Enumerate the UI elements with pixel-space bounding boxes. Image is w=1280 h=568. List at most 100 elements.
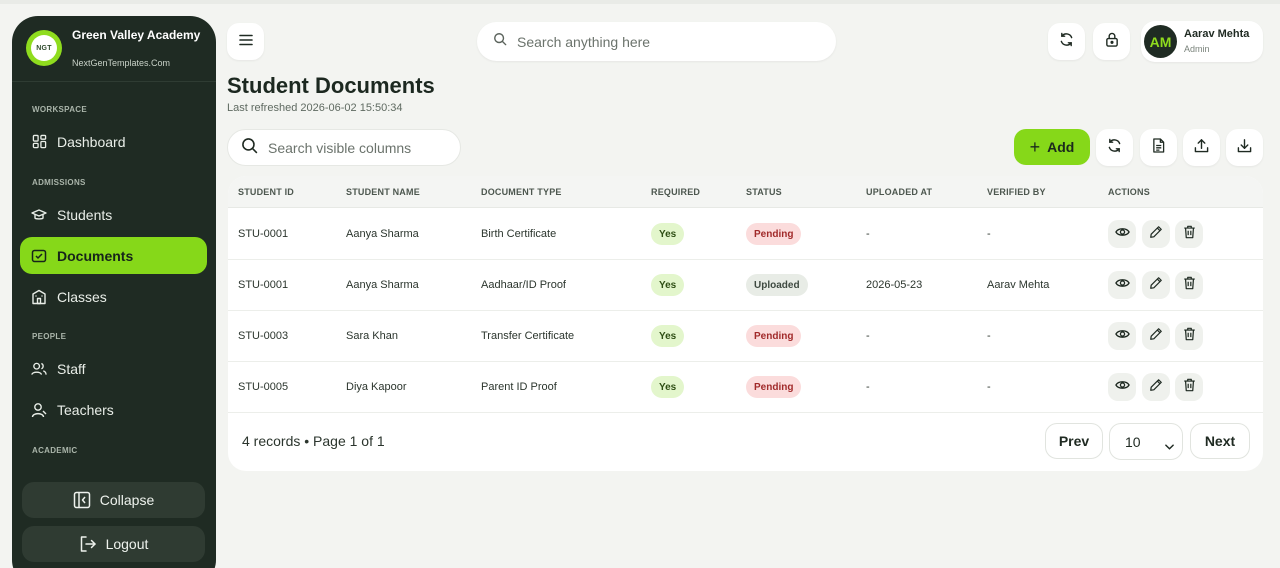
page-size-select[interactable]: 10 [1109,423,1183,460]
edit-button[interactable] [1142,322,1170,350]
sidebar-item-dashboard[interactable]: Dashboard [20,123,207,160]
refresh-icon [1059,32,1074,52]
menu-toggle-button[interactable] [227,23,264,60]
plus-icon: + [1029,137,1041,157]
cell-document-type: Birth Certificate [481,228,557,240]
sidebar-item-classes[interactable]: Classes [20,278,207,315]
lock-icon [1105,32,1119,52]
prev-page-button[interactable]: Prev [1045,423,1103,459]
search-icon [493,32,507,51]
delete-button[interactable] [1175,271,1203,299]
sidebar-item-label: Teachers [57,401,114,418]
users-icon [31,361,47,377]
last-refreshed: Last refreshed 2026-06-02 15:50:34 [227,102,403,114]
status-badge: Pending [746,325,802,347]
cell-document-type: Parent ID Proof [481,381,557,393]
column-header-document-type[interactable]: DOCUMENT TYPE [481,187,562,197]
global-search-input[interactable] [517,33,817,50]
collapse-button[interactable]: Collapse [22,482,205,518]
table-search[interactable] [227,129,461,166]
section-label-admissions: ADMISSIONS [32,178,86,187]
global-search[interactable] [477,22,836,61]
user-icon [31,402,47,418]
cell-student-id: STU-0005 [238,381,289,393]
records-summary: 4 records • Page 1 of 1 [242,433,385,449]
edit-button[interactable] [1142,220,1170,248]
section-label-academic: ACADEMIC [32,446,78,455]
download-icon [1237,138,1252,158]
sidebar-item-teachers[interactable]: Teachers [20,391,207,428]
logout-button[interactable]: Logout [22,526,205,562]
user-role: Admin [1184,44,1210,54]
section-label-workspace: WORKSPACE [32,105,87,114]
cell-student-id: STU-0001 [238,279,289,291]
add-button[interactable]: + Add [1014,129,1090,165]
page-title: Student Documents [227,73,435,98]
reload-table-button[interactable] [1096,129,1133,166]
cell-verified-by: - [987,381,991,393]
view-button[interactable] [1108,373,1136,401]
search-icon [241,137,258,159]
eye-icon [1114,378,1130,396]
trash-icon [1183,225,1196,244]
chevron-down-icon [1165,437,1174,453]
document-check-icon [31,248,47,264]
edit-button[interactable] [1142,373,1170,401]
status-badge: Uploaded [746,274,808,296]
required-badge: Yes [651,223,685,245]
required-badge: Yes [651,274,685,296]
pencil-icon [1149,225,1163,244]
trash-icon [1183,327,1196,346]
sidebar-item-documents[interactable]: Documents [20,237,207,274]
cell-document-type: Transfer Certificate [481,330,575,342]
column-header-student-id[interactable]: STUDENT ID [238,187,294,197]
sidebar-item-staff[interactable]: Staff [20,350,207,387]
delete-button[interactable] [1175,322,1203,350]
collapse-icon [73,491,91,509]
sidebar-item-label: Dashboard [57,133,126,150]
export-csv-button[interactable] [1140,129,1177,166]
page-size-value: 10 [1125,433,1141,450]
eye-icon [1114,327,1130,345]
logout-icon [79,535,97,553]
column-header-actions: ACTIONS [1108,187,1150,197]
sidebar-item-students[interactable]: Students [20,196,207,233]
view-button[interactable] [1108,220,1136,248]
add-label: Add [1047,139,1075,155]
delete-button[interactable] [1175,220,1203,248]
trash-icon [1183,276,1196,295]
view-button[interactable] [1108,322,1136,350]
eye-icon [1114,276,1130,294]
upload-button[interactable] [1183,129,1220,166]
edit-button[interactable] [1142,271,1170,299]
cell-student-name: Diya Kapoor [346,381,407,393]
column-header-uploaded-at[interactable]: UPLOADED AT [866,187,932,197]
column-header-student-name[interactable]: STUDENT NAME [346,187,420,197]
documents-table: STUDENT ID STUDENT NAME DOCUMENT TYPE RE… [228,176,1263,471]
next-page-button[interactable]: Next [1190,423,1250,459]
download-button[interactable] [1226,129,1263,166]
column-header-verified-by[interactable]: VERIFIED BY [987,187,1046,197]
cell-verified-by: - [987,228,991,240]
user-menu[interactable]: AM Aarav Mehta Admin [1141,21,1263,62]
lock-button[interactable] [1093,23,1130,60]
column-header-status[interactable]: STATUS [746,187,782,197]
status-badge: Pending [746,223,802,245]
view-button[interactable] [1108,271,1136,299]
column-header-required[interactable]: REQUIRED [651,187,700,197]
sidebar-item-label: Documents [57,247,134,264]
eye-icon [1114,225,1130,243]
brand-logo: NGT [26,30,62,66]
refresh-button[interactable] [1048,23,1085,60]
table-header: STUDENT ID STUDENT NAME DOCUMENT TYPE RE… [228,176,1263,208]
table-row: STU-0001 Aanya Sharma Birth Certificate … [228,209,1263,260]
delete-button[interactable] [1175,373,1203,401]
refresh-icon [1107,138,1122,158]
cell-uploaded-at: - [866,381,870,393]
sidebar-item-label: Classes [57,288,107,305]
dashboard-icon [31,134,47,150]
collapse-label: Collapse [99,492,155,508]
section-label-people: PEOPLE [32,332,67,341]
table-search-input[interactable] [268,139,448,156]
building-icon [31,289,47,305]
